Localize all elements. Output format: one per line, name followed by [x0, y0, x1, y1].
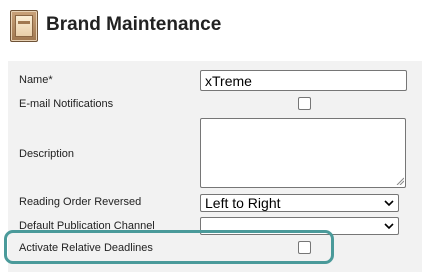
brand-folder-icon: [10, 10, 38, 42]
reading-order-select[interactable]: Left to Right: [200, 194, 399, 212]
name-input[interactable]: [200, 70, 407, 91]
description-textarea[interactable]: [200, 118, 406, 188]
chevron-down-icon: [384, 200, 394, 207]
page-title: Brand Maintenance: [46, 14, 222, 35]
relative-deadlines-label: Activate Relative Deadlines: [19, 242, 153, 254]
chevron-down-icon: [384, 223, 394, 230]
reading-order-value: Left to Right: [205, 195, 281, 211]
page-header: Brand Maintenance: [0, 0, 429, 54]
description-label: Description: [19, 148, 75, 160]
reading-order-label: Reading Order Reversed: [19, 196, 142, 208]
resize-grip-icon[interactable]: [396, 177, 404, 185]
name-label: Name*: [19, 74, 53, 86]
email-notifications-checkbox[interactable]: [298, 97, 311, 110]
relative-deadlines-checkbox[interactable]: [298, 241, 311, 254]
email-notifications-label: E-mail Notifications: [19, 98, 114, 110]
